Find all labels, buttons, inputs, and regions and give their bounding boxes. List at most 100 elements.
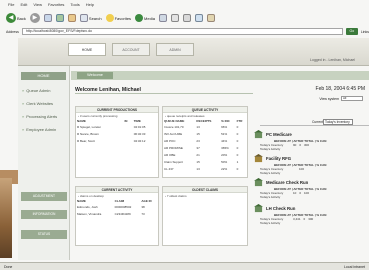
sidebar: HOME » Queue Admin » Clerk Websites » Pr… (18, 66, 70, 260)
arrow-icon: » (22, 114, 25, 119)
links-label[interactable]: Links (361, 30, 369, 34)
section-title: Welcome (77, 72, 113, 79)
address-input[interactable]: http://localhost:8080/gov_EFS/Fdeptsrc.d… (21, 28, 343, 35)
view-system: View system All (319, 96, 363, 101)
menu-bar: File Edit View Favorites Tools Help (8, 2, 94, 10)
address-bar: Address http://localhost:8080/gov_EFS/Fd… (6, 27, 369, 36)
dept-name[interactable]: Facility RFG (266, 156, 291, 161)
tab-current[interactable]: Current (312, 120, 323, 124)
logged-in-status: Logged in - Lenihan, Michael (310, 58, 355, 62)
table-row[interactable]: AR POC 23 44% 0 (163, 137, 247, 144)
top-tabs: HOME ACCOUNT ADMIN (68, 43, 194, 56)
menu-view[interactable]: View (33, 2, 42, 10)
app-header: HOME ACCOUNT ADMIN Logged in - Lenihan, … (18, 38, 369, 66)
arrow-icon: » (22, 127, 25, 132)
forward-button[interactable]: ▶ (29, 13, 40, 23)
view-system-select[interactable]: All (341, 96, 363, 101)
search-button[interactable]: Search (79, 14, 102, 22)
divider (75, 93, 253, 94)
dept-facility-rfg: Facility RFG BEFORE AT | AFTER TOTAL | %… (254, 154, 369, 175)
activity-table: NAME CLAIM AGE ID Edmonds, Josh 000000850… (76, 199, 158, 217)
menu-favorites[interactable]: Favorites (48, 2, 64, 10)
dept-name[interactable]: LH Check Run (266, 206, 295, 211)
table-row[interactable]: Claim Support 15 50% 1 (163, 158, 247, 165)
building-icon (254, 130, 263, 139)
search-icon (79, 14, 88, 22)
back-arrow-icon: ◀ (6, 13, 16, 23)
queue-activity-panel: QUEUE ACTIVITY › queue receipts and rele… (162, 106, 248, 178)
inventory-select[interactable]: Today's Inventory (323, 119, 353, 125)
favorites-button[interactable]: Favorites (105, 14, 131, 22)
queue-table: QUEUE NAME RECEIPTS % INC FTR Invoice 10… (163, 119, 247, 172)
discuss-icon[interactable] (206, 14, 215, 22)
sidebar-item-queue-admin[interactable]: » Queue Admin (18, 84, 69, 97)
sidebar-button-information[interactable]: INFORMATION (21, 210, 67, 219)
sidebar-button-adjustment[interactable]: ADJUSTMENT (21, 192, 67, 201)
sidebar-header: HOME (21, 72, 66, 80)
menu-file[interactable]: File (8, 2, 14, 10)
building-icon (254, 204, 263, 213)
table-row[interactable]: R Bear, Scott 04:32:12 (76, 137, 158, 144)
dept-medicare-check-run: Medicare Check Run BEFORE AT | AFTER TOT… (254, 178, 369, 199)
panel-subtitle: › 7 oldest claims (165, 194, 187, 198)
tab-account[interactable]: ACCOUNT (112, 43, 150, 56)
status-text: Done (4, 264, 13, 269)
zone-indicator: Local intranet (343, 264, 365, 269)
table-row[interactable]: R Spiegel, Lorelei 04:01:05 (76, 123, 158, 130)
building-icon (254, 178, 263, 187)
back-button[interactable]: ◀ Back (6, 13, 26, 23)
table-row[interactable]: Edmonds, Josh 0000008502 38 (76, 203, 158, 210)
mail-icon[interactable] (170, 14, 179, 22)
table-row[interactable]: AR PROMISE 37 365% 0 (163, 144, 247, 151)
arrow-icon: » (22, 101, 25, 106)
go-button[interactable]: Go (345, 28, 358, 35)
productions-table: NAME IN TIME R Spiegel, Lorelei 04:01:05 … (76, 119, 158, 144)
dept-pc-medicare: PC Medicare BEFORE AT | AFTER TOTAL | % … (254, 130, 369, 151)
sidebar-item-clerk-websites[interactable]: » Clerk Websites (18, 97, 69, 110)
print-icon[interactable] (182, 14, 191, 22)
section-bar: Welcome (71, 71, 369, 80)
current-productions-panel: CURRENT PRODUCTIONS › 3 users currently … (75, 106, 159, 178)
tab-home[interactable]: HOME (68, 43, 106, 56)
sidebar-item-employee-admin[interactable]: » Employee Admin (18, 123, 69, 136)
address-label: Address (6, 29, 19, 34)
media-icon (135, 14, 144, 22)
current-date: Feb 18, 2004 6:45 PM (315, 86, 365, 92)
dept-lh-check-run: LH Check Run BEFORE AT | AFTER TOTAL | %… (254, 204, 369, 225)
table-row: Today's Activity (260, 171, 281, 175)
tab-admin[interactable]: ADMIN (156, 43, 194, 56)
table-row: Today's Activity (260, 195, 281, 199)
arrow-icon: » (22, 88, 25, 93)
stop-icon[interactable] (43, 14, 52, 22)
browser-toolbar: ◀ Back ▶ Search Favorites Media (6, 10, 369, 26)
browser-status-bar: Done Local intranet (0, 262, 369, 270)
table-row[interactable]: Matson, Vimandra C234R4189 73 (76, 210, 158, 217)
table-row[interactable]: Invoice 101,70 13 96% 0 (163, 123, 247, 130)
inventory-column: Current Today's Inventory PC Medicare BE… (254, 108, 369, 258)
sidebar-button-status[interactable]: STATUS (21, 230, 67, 239)
inventory-tabs: Current Today's Inventory (260, 119, 369, 126)
table-row[interactable]: R Nance, Brown 06:32:33 (76, 130, 158, 137)
edit-icon[interactable] (194, 14, 203, 22)
menu-edit[interactable]: Edit (20, 2, 27, 10)
browser-window: File Edit View Favorites Tools Help ◀ Ba… (0, 0, 369, 270)
history-icon[interactable] (158, 14, 167, 22)
home-icon[interactable] (67, 14, 76, 22)
dept-name[interactable]: PC Medicare (266, 132, 292, 137)
dept-name[interactable]: Medicare Check Run (266, 180, 308, 185)
table-row: Today's Activity (260, 221, 281, 225)
star-icon (105, 14, 114, 22)
media-button[interactable]: Media (135, 14, 155, 22)
menu-tools[interactable]: Tools (70, 2, 79, 10)
table-row: Today's Activity (260, 147, 281, 151)
table-row[interactable]: AR OBE 21 20% 0 (163, 151, 247, 158)
menu-help[interactable]: Help (86, 2, 94, 10)
table-row[interactable]: CL 437 13 22% 0 (163, 165, 247, 172)
table-row[interactable]: INV ALCUME 15 51% 0 (163, 130, 247, 137)
refresh-icon[interactable] (55, 14, 64, 22)
oldest-claims-panel: OLDEST CLAIMS › 7 oldest claims (162, 186, 248, 246)
building-icon (254, 154, 263, 163)
background-photo-strip (0, 178, 12, 258)
sidebar-item-processing-alerts[interactable]: » Processing Alerts (18, 110, 69, 123)
current-activity-panel: CURRENT ACTIVITY › claims on desktop NAM… (75, 186, 159, 246)
